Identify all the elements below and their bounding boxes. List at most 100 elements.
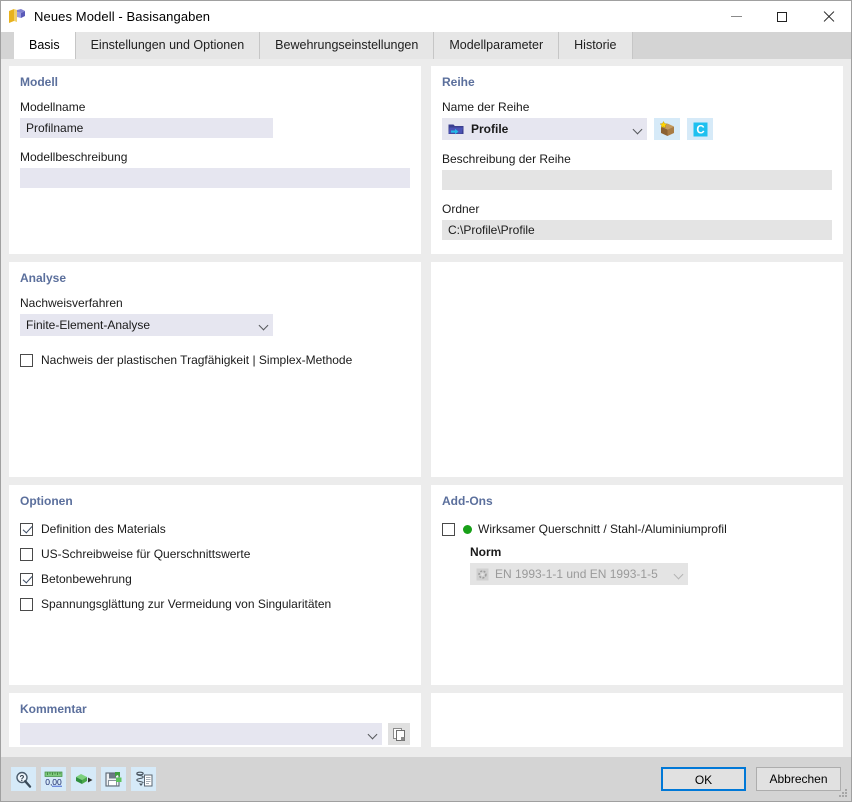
series-package-button[interactable] <box>654 118 680 140</box>
chevron-down-icon <box>260 321 269 330</box>
import-arrow-icon <box>75 774 92 784</box>
series-folder-input[interactable] <box>442 220 832 240</box>
chevron-down-icon <box>675 570 684 579</box>
analysis-method-label: Nachweisverfahren <box>20 296 123 310</box>
svg-text:C: C <box>696 124 704 136</box>
app-logo-icon <box>8 8 26 26</box>
plastic-capacity-label: Nachweis der plastischen Tragfähigkeit |… <box>41 353 353 367</box>
option-row-us-notation[interactable]: US-Schreibweise für Querschnittswerte <box>20 544 410 564</box>
analysis-method-value: Finite-Element-Analyse <box>26 318 151 332</box>
footer-toolbar: ? 0,00 <box>11 767 156 791</box>
addon-row-effective-section[interactable]: Wirksamer Querschnitt / Stahl-/Aluminium… <box>442 519 832 539</box>
series-name-row: Profile C <box>442 118 832 140</box>
close-button[interactable] <box>805 1 851 32</box>
cancel-button[interactable]: Abbrechen <box>756 767 841 791</box>
close-icon <box>822 11 834 23</box>
addons-panel: Add-Ons Wirksamer Querschnitt / Stahl-/A… <box>431 485 843 685</box>
save-floppy-icon <box>104 771 121 787</box>
analysis-panel: Analyse Nachweisverfahren Finite-Element… <box>9 262 421 477</box>
tab-einstellungen-und-optionen[interactable]: Einstellungen und Optionen <box>75 32 261 59</box>
maximize-button[interactable] <box>759 1 805 32</box>
addon-norm-value: EN 1993-1-1 und EN 1993-1-5 <box>495 567 658 581</box>
units-000-icon: 0,00 <box>44 771 63 787</box>
option-checkbox-material[interactable] <box>20 522 33 536</box>
option-row-concrete-reinforcement[interactable]: Betonbewehrung <box>20 569 410 589</box>
series-description-label: Beschreibung der Reihe <box>442 152 571 166</box>
option-label-concrete-reinforcement: Betonbewehrung <box>41 572 132 586</box>
folder-arrow-icon <box>448 122 464 136</box>
option-label-us-notation: US-Schreibweise für Querschnittswerte <box>41 547 251 561</box>
import-button[interactable] <box>71 767 96 791</box>
comment-combo[interactable] <box>20 723 382 745</box>
addon-label-effective-section: Wirksamer Querschnitt / Stahl-/Aluminium… <box>478 522 727 536</box>
dialog-footer: ? 0,00 OK Abbrechen <box>1 757 851 801</box>
comment-copy-button[interactable] <box>388 723 410 745</box>
chevron-down-icon <box>634 125 643 134</box>
help-search-button[interactable]: ? <box>11 767 36 791</box>
letter-c-icon: C <box>693 122 707 136</box>
options-panel: Optionen Definition des Materials US-Sch… <box>9 485 421 685</box>
package-star-icon <box>659 120 674 136</box>
units-button[interactable]: 0,00 <box>41 767 66 791</box>
options-panel-title: Optionen <box>20 494 73 508</box>
analysis-method-combo[interactable]: Finite-Element-Analyse <box>20 314 273 336</box>
comment-row <box>20 723 410 745</box>
caption-buttons <box>713 1 851 32</box>
series-description-input[interactable] <box>442 170 832 190</box>
addon-norm-label: Norm <box>470 545 502 559</box>
minimize-button[interactable] <box>713 1 759 32</box>
plastic-capacity-checkbox[interactable] <box>20 353 33 367</box>
model-name-input[interactable] <box>20 118 273 138</box>
search-help-icon: ? <box>16 771 32 788</box>
model-description-label: Modellbeschreibung <box>20 150 128 164</box>
chevron-down-icon <box>369 730 378 739</box>
tab-modellparameter[interactable]: Modellparameter <box>434 32 560 59</box>
title-bar: Neues Modell - Basisangaben <box>1 1 851 32</box>
model-description-input[interactable] <box>20 168 410 188</box>
tab-basis[interactable]: Basis <box>14 32 76 59</box>
option-checkbox-us-notation[interactable] <box>20 547 33 561</box>
option-row-material[interactable]: Definition des Materials <box>20 519 410 539</box>
addon-norm-combo: EN 1993-1-1 und EN 1993-1-5 <box>470 563 688 585</box>
addon-checkbox-effective-section[interactable] <box>442 522 455 536</box>
spring-document-icon <box>135 771 152 786</box>
ok-button[interactable]: OK <box>661 767 746 791</box>
option-checkbox-stress-smoothing[interactable] <box>20 597 33 611</box>
tab-bar: Basis Einstellungen und Optionen Bewehru… <box>1 32 851 59</box>
svg-text:?: ? <box>20 773 25 782</box>
maximize-icon <box>777 11 787 22</box>
series-panel: Reihe Name der Reihe Profile C Beschreib… <box>431 66 843 254</box>
empty-panel-upper <box>431 262 843 477</box>
series-c-button[interactable]: C <box>687 118 713 140</box>
spring-document-button[interactable] <box>131 767 156 791</box>
dialog-content: Modell Modellname Modellbeschreibung Ana… <box>1 59 851 757</box>
model-panel-title: Modell <box>20 75 58 89</box>
option-label-material: Definition des Materials <box>41 522 166 536</box>
comment-panel: Kommentar <box>9 693 421 747</box>
left-column: Modell Modellname Modellbeschreibung Ana… <box>9 66 421 757</box>
plastic-capacity-checkbox-row[interactable]: Nachweis der plastischen Tragfähigkeit |… <box>20 350 410 370</box>
footer-action-buttons: OK Abbrechen <box>661 767 841 791</box>
resize-grip[interactable] <box>838 789 848 799</box>
window-title: Neues Modell - Basisangaben <box>34 9 211 24</box>
tab-bewehrungseinstellungen[interactable]: Bewehrungseinstellungen <box>260 32 435 59</box>
addon-status-dot-icon <box>463 524 472 534</box>
comment-panel-title: Kommentar <box>20 702 87 716</box>
minimize-icon <box>730 16 742 17</box>
analysis-panel-title: Analyse <box>20 271 67 285</box>
series-name-label: Name der Reihe <box>442 100 530 114</box>
new-model-dialog: Neues Modell - Basisangaben Basis Einste… <box>0 0 852 802</box>
gear-disabled-icon <box>476 568 489 581</box>
option-checkbox-concrete-reinforcement[interactable] <box>20 572 33 586</box>
series-name-value: Profile <box>471 122 509 136</box>
tab-historie[interactable]: Historie <box>559 32 633 59</box>
addons-panel-title: Add-Ons <box>442 494 493 508</box>
model-name-label: Modellname <box>20 100 86 114</box>
option-row-stress-smoothing[interactable]: Spannungsglättung zur Vermeidung von Sin… <box>20 594 410 614</box>
series-name-combo[interactable]: Profile <box>442 118 647 140</box>
svg-text:0,00: 0,00 <box>45 777 62 787</box>
series-panel-title: Reihe <box>442 75 475 89</box>
save-button[interactable] <box>101 767 126 791</box>
model-panel: Modell Modellname Modellbeschreibung <box>9 66 421 254</box>
option-label-stress-smoothing: Spannungsglättung zur Vermeidung von Sin… <box>41 597 332 611</box>
